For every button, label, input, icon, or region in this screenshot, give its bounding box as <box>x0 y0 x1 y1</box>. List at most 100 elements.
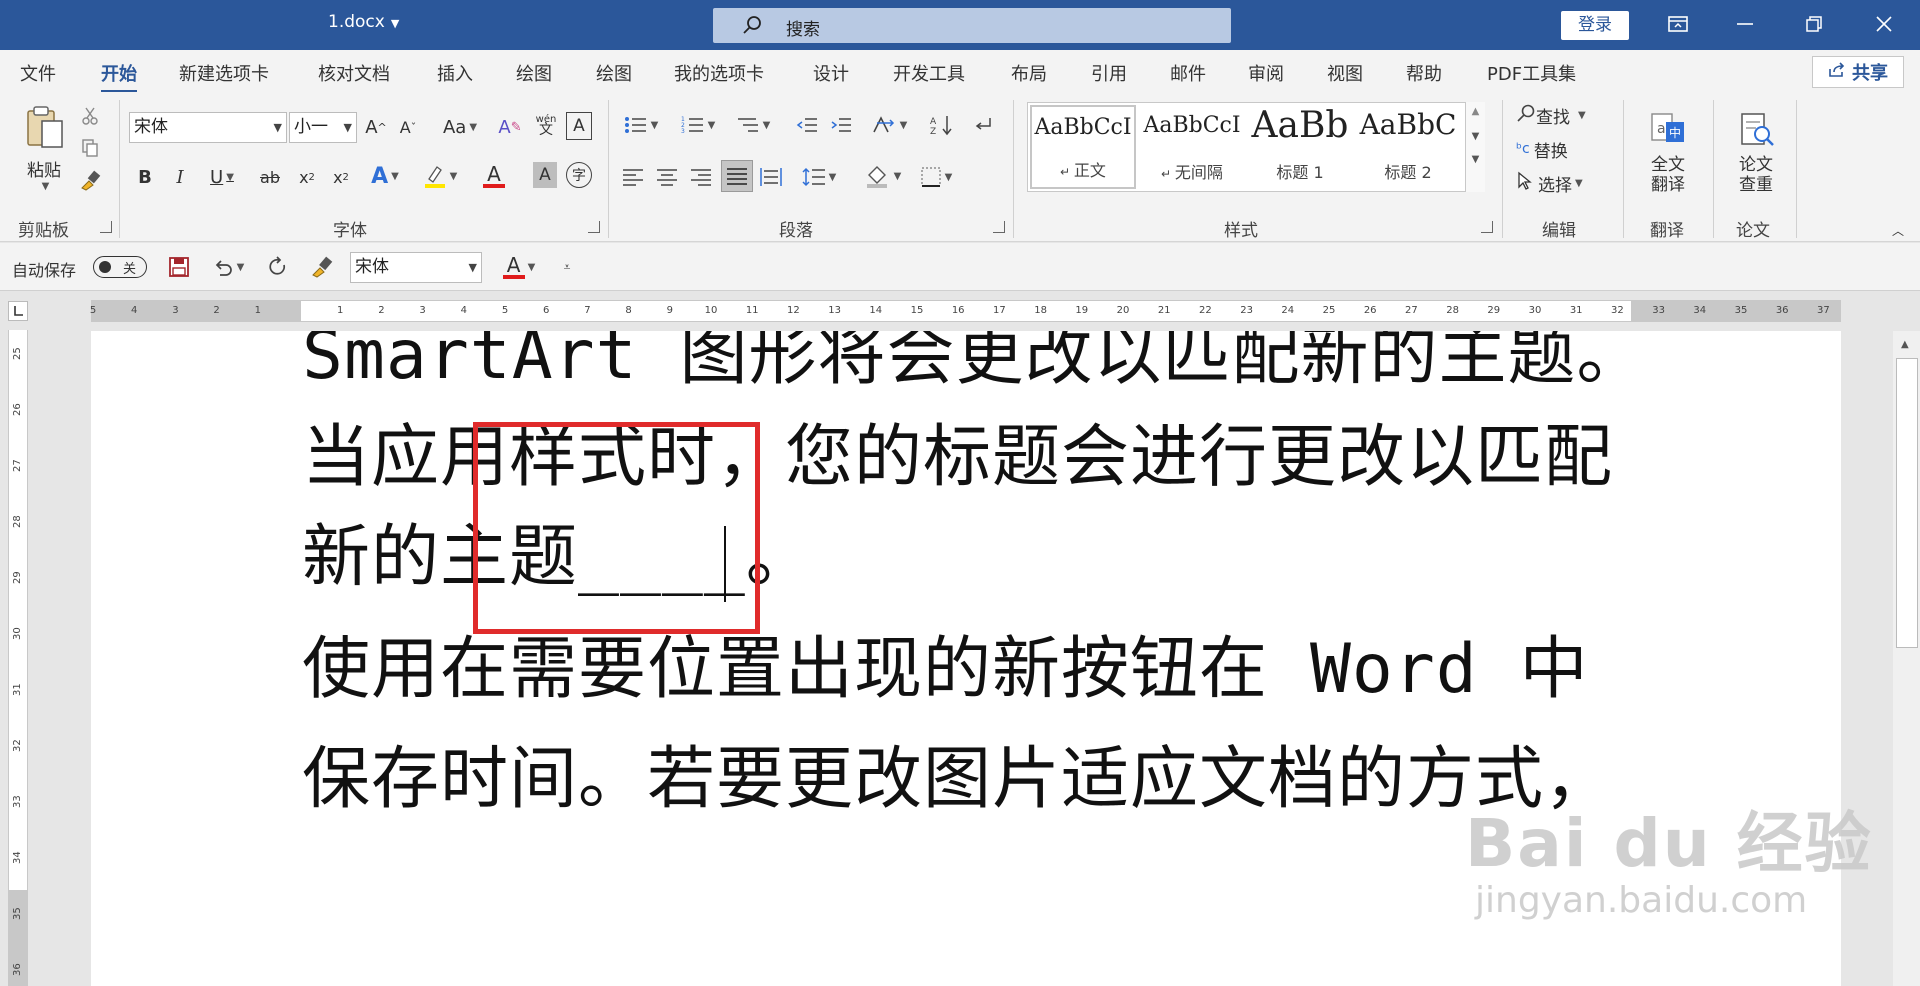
svg-text:3: 3 <box>681 128 685 135</box>
document-title[interactable]: 1.docx ▼ <box>328 12 399 32</box>
align-left-icon[interactable] <box>619 162 647 192</box>
tab-new-tab[interactable]: 新建选项卡 <box>179 60 269 86</box>
style-normal[interactable]: AaBbCcI ↵ 正文 <box>1030 105 1136 189</box>
qat-font-color-icon[interactable]: A ▼ <box>495 251 543 283</box>
enclose-characters-icon[interactable]: 字 <box>566 162 592 188</box>
scroll-up-icon[interactable]: ▲ <box>1901 339 1909 350</box>
show-paragraph-marks-icon[interactable] <box>969 110 997 140</box>
clear-formatting-icon[interactable]: A ✎ <box>496 112 524 142</box>
clipboard-launcher-icon[interactable] <box>100 221 112 233</box>
text-effects-icon[interactable]: A ▼ <box>365 160 405 192</box>
distributed-icon[interactable] <box>757 162 785 192</box>
restore-icon[interactable] <box>1794 9 1834 39</box>
chevron-down-icon[interactable]: ▼ <box>1466 131 1485 142</box>
sort-icon[interactable]: AZ <box>927 110 957 140</box>
tab-selector[interactable] <box>8 301 28 321</box>
tab-proofread[interactable]: 核对文档 <box>318 60 390 86</box>
multilevel-list-icon[interactable]: ▼ <box>731 110 775 140</box>
undo-icon[interactable]: ▼ <box>206 253 250 281</box>
qat-font-name-combo[interactable]: 宋体 ▼ <box>350 252 482 283</box>
document-line[interactable]: SmartArt 图形将会更改以匹配新的主题。 <box>302 331 1645 398</box>
bold-icon[interactable]: B <box>133 162 157 192</box>
search-box[interactable]: 搜索 <box>713 8 1231 43</box>
character-border-icon[interactable]: A <box>566 112 592 140</box>
scrollbar-thumb[interactable] <box>1896 358 1918 648</box>
decrease-indent-icon[interactable] <box>793 110 821 140</box>
justify-icon[interactable] <box>721 160 753 192</box>
align-right-icon[interactable] <box>687 162 715 192</box>
more-styles-icon[interactable]: ▼ <box>1466 154 1485 165</box>
align-center-icon[interactable] <box>653 162 681 192</box>
tab-draw-2[interactable]: 绘图 <box>596 60 632 86</box>
vertical-scrollbar[interactable]: ▲ <box>1893 331 1920 986</box>
tab-design[interactable]: 设计 <box>813 60 849 86</box>
increase-indent-icon[interactable] <box>827 110 855 140</box>
redo-icon[interactable] <box>263 253 293 281</box>
paper-check-button[interactable]: 论文 查重 <box>1725 102 1787 202</box>
superscript-icon[interactable]: x2 <box>328 162 354 192</box>
customize-qat-icon[interactable]: ⩡ <box>555 253 579 281</box>
vertical-ruler[interactable]: 25 26 27 28 29 30 31 32 33 34 35 36 <box>8 330 28 986</box>
numbering-icon[interactable]: 1 2 3 ▼ <box>676 110 720 140</box>
tab-references[interactable]: 引用 <box>1091 60 1127 86</box>
styles-gallery-scroll[interactable]: ▲ ▼ ▼ <box>1465 102 1485 192</box>
collapse-ribbon-icon[interactable]: ︿ <box>1888 222 1908 238</box>
line-spacing-icon[interactable]: ▼ <box>797 162 841 192</box>
full-text-translate-button[interactable]: a中 全文 翻译 <box>1637 102 1699 202</box>
style-heading-1[interactable]: AaBb 标题 1 <box>1247 105 1353 189</box>
copy-icon[interactable] <box>78 136 102 160</box>
style-no-spacing[interactable]: AaBbCcI ↵ 无间隔 <box>1139 105 1245 189</box>
paragraph-launcher-icon[interactable] <box>993 221 1005 233</box>
horizontal-ruler[interactable]: 5 4 3 2 1 1 2 3 4 5 6 7 8 9 10 11 12 13 14 15 16 17 18 19 20 21 22… <box>90 300 1841 322</box>
tab-help[interactable]: 帮助 <box>1406 60 1442 86</box>
shrink-font-icon[interactable]: Aˇ <box>395 112 421 142</box>
subscript-icon[interactable]: x2 <box>294 162 320 192</box>
italic-icon[interactable]: I <box>168 162 192 192</box>
find-button[interactable]: 查找 ▼ <box>1516 102 1606 128</box>
shading-icon[interactable]: ▼ <box>860 160 906 192</box>
select-button[interactable]: 选择 ▼ <box>1516 170 1606 196</box>
phonetic-guide-icon[interactable]: wén 文 <box>531 108 561 142</box>
style-sample: AaBbCcI <box>1034 115 1132 140</box>
tab-home[interactable]: 开始 <box>101 60 137 93</box>
tab-draw-1[interactable]: 绘图 <box>516 60 552 86</box>
replace-button[interactable]: ᵇc 替换 <box>1516 136 1606 162</box>
autosave-toggle[interactable]: 关 <box>93 256 147 278</box>
cut-icon[interactable] <box>78 104 102 128</box>
close-icon[interactable] <box>1864 9 1904 39</box>
character-shading-icon[interactable]: A <box>533 162 557 188</box>
grow-font-icon[interactable]: A ^ <box>363 112 389 142</box>
tab-mailings[interactable]: 邮件 <box>1170 60 1206 86</box>
style-heading-2[interactable]: AaBbC 标题 2 <box>1355 105 1461 189</box>
share-button[interactable]: 共享 <box>1812 56 1904 88</box>
tab-pdf-tools[interactable]: PDF工具集 <box>1487 60 1576 86</box>
chevron-up-icon[interactable]: ▲ <box>1466 106 1485 117</box>
styles-launcher-icon[interactable] <box>1481 221 1493 233</box>
font-launcher-icon[interactable] <box>588 221 600 233</box>
tab-review[interactable]: 审阅 <box>1248 60 1284 86</box>
tab-view[interactable]: 视图 <box>1327 60 1363 86</box>
tab-file[interactable]: 文件 <box>20 60 56 86</box>
tab-insert[interactable]: 插入 <box>437 60 473 86</box>
tab-developer[interactable]: 开发工具 <box>893 60 965 86</box>
borders-icon[interactable]: ▼ <box>913 162 959 192</box>
bullets-icon[interactable]: ▼ <box>619 110 663 140</box>
tab-layout[interactable]: 布局 <box>1011 60 1047 86</box>
font-color-icon[interactable]: A <box>474 160 514 192</box>
chinese-layout-icon[interactable]: ▼ <box>866 110 912 140</box>
document-line[interactable]: 保存时间。若要更改图片适应文档的方式， <box>302 723 1613 822</box>
highlight-color-icon[interactable]: ▼ <box>419 160 461 192</box>
format-painter-icon[interactable] <box>307 253 337 281</box>
strikethrough-icon[interactable]: ab <box>257 162 283 192</box>
change-case-button[interactable]: Aa ▼ <box>435 112 485 142</box>
paste-button[interactable]: 粘贴 ▼ <box>14 102 74 192</box>
underline-icon[interactable]: U ▼ <box>202 162 242 192</box>
ribbon-display-options-icon[interactable] <box>1658 9 1698 39</box>
font-name-combo[interactable]: 宋体 ▼ <box>129 112 287 143</box>
font-size-combo[interactable]: 小一 ▼ <box>289 112 357 143</box>
login-button[interactable]: 登录 <box>1561 11 1629 40</box>
format-painter-icon[interactable] <box>78 168 102 192</box>
tab-my-tab[interactable]: 我的选项卡 <box>674 60 764 86</box>
save-icon[interactable] <box>165 253 193 281</box>
minimize-icon[interactable] <box>1725 9 1765 39</box>
